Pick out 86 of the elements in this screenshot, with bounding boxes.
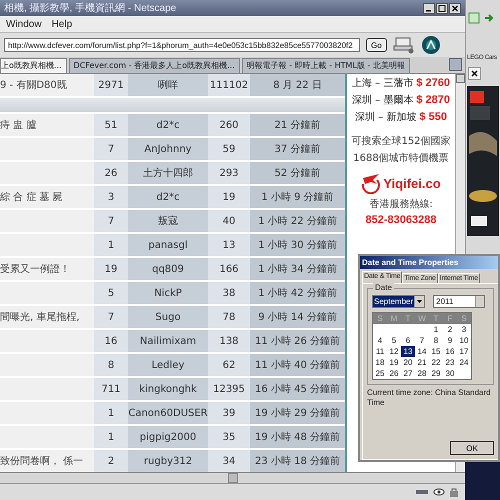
- author-name: 叛寇: [128, 210, 208, 232]
- route-name: 深圳 – 墨爾本: [352, 94, 414, 107]
- view-count: 78: [208, 306, 250, 328]
- hotline-number: 852-83063288: [366, 214, 436, 226]
- view-count: 13: [208, 234, 250, 256]
- last-post-time: 37 分鐘前: [250, 138, 345, 160]
- last-post-time: 52 分鐘前: [250, 162, 345, 184]
- view-count: 40: [208, 210, 250, 232]
- route-price: $ 2870: [416, 94, 450, 106]
- reply-count: 711: [94, 378, 128, 400]
- weekday-label: M: [387, 313, 401, 324]
- author-name: Sugo: [128, 306, 208, 328]
- author-name: Canon60DUSER: [128, 402, 208, 424]
- reply-count: 51: [94, 114, 128, 136]
- reply-count: 2: [94, 450, 128, 472]
- view-count: 138: [208, 330, 250, 352]
- reply-count: 5: [94, 282, 128, 304]
- weekday-label: T: [429, 313, 443, 324]
- view-count: 12395: [208, 378, 250, 400]
- view-count: 111102: [208, 74, 250, 96]
- last-post-time: 1 小時 42 分鐘前: [250, 282, 345, 304]
- last-post-time: 19 小時 48 分鐘前: [250, 426, 345, 448]
- author-name: 咧咩: [128, 74, 208, 96]
- group-label: Date: [373, 283, 394, 292]
- last-post-time: 11 小時 26 分鐘前: [250, 330, 345, 352]
- author-name: panasgl: [128, 234, 208, 256]
- author-name: 土方十四郎: [128, 162, 208, 184]
- route-price: $ 550: [419, 111, 447, 123]
- author-name: AnJohnny: [128, 138, 208, 160]
- author-name: NickP: [128, 282, 208, 304]
- view-count: 62: [208, 354, 250, 376]
- weekday-label: T: [401, 313, 415, 324]
- last-post-time: 8 月 22 日: [250, 74, 345, 96]
- reply-count: 26: [94, 162, 128, 184]
- view-count: 35: [208, 426, 250, 448]
- author-name: Nailimixam: [128, 330, 208, 352]
- view-count: 293: [208, 162, 250, 184]
- last-post-time: 9 小時 14 分鐘前: [250, 306, 345, 328]
- last-post-time: 1 小時 22 分鐘前: [250, 210, 345, 232]
- weekday-label: S: [373, 313, 387, 324]
- reply-count: 1: [94, 426, 128, 448]
- author-name: kingkonghk: [128, 378, 208, 400]
- reply-count: 3: [94, 186, 128, 208]
- hotline-label: 香港服務熱線:: [369, 198, 433, 211]
- author-name: Ledley: [128, 354, 208, 376]
- reply-count: 16: [94, 330, 128, 352]
- view-count: 38: [208, 282, 250, 304]
- author-name: d2*c: [128, 114, 208, 136]
- reply-count: 2971: [94, 74, 128, 96]
- reply-count: 7: [94, 210, 128, 232]
- view-count: 260: [208, 114, 250, 136]
- last-post-time: 23 小時 18 分鐘前: [250, 450, 345, 472]
- weekday-label: W: [415, 313, 429, 324]
- reply-count: 1: [94, 402, 128, 424]
- last-post-time: 1 小時 34 分鐘前: [250, 258, 345, 280]
- logo-text: Yiqifei.co: [383, 176, 441, 190]
- ad-text: 1688個城市特價機票: [353, 152, 449, 165]
- author-name: d2*c: [128, 186, 208, 208]
- view-count: 59: [208, 138, 250, 160]
- view-count: 39: [208, 402, 250, 424]
- reply-count: 7: [94, 138, 128, 160]
- window-title: 相機, 攝影教學, 手機資訊網 - Netscape: [4, 2, 176, 15]
- weekday-label: F: [443, 313, 457, 324]
- reply-count: 7: [94, 306, 128, 328]
- ad-text: 可搜索全球152個國家: [351, 134, 451, 148]
- last-post-time: 11 小時 40 分鐘前: [250, 354, 345, 376]
- author-name: qq809: [128, 258, 208, 280]
- view-count: 19: [208, 186, 250, 208]
- dialog-title: Date and Time Properties: [360, 256, 498, 269]
- author-name: pigpig2000: [128, 426, 208, 448]
- reply-count: 1: [94, 234, 128, 256]
- view-count: 166: [208, 258, 250, 280]
- route-price: $ 2760: [416, 77, 450, 89]
- view-count: 34: [208, 450, 250, 472]
- weekday-label: S: [457, 313, 471, 324]
- last-post-time: 21 分鐘前: [250, 114, 345, 136]
- last-post-time: 1 小時 30 分鐘前: [250, 234, 345, 256]
- route-name: 上海 – 三藩市: [352, 76, 414, 90]
- reply-count: 19: [94, 258, 128, 280]
- route-name: 深圳 – 新加坡: [355, 110, 416, 124]
- author-name: rugby312: [128, 450, 208, 472]
- time-zone-text: Current time zone: China Standard Time: [367, 388, 492, 408]
- last-post-time: 16 小時 45 分鐘前: [250, 378, 345, 400]
- reply-count: 8: [94, 354, 128, 376]
- last-post-time: 19 小時 29 分鐘前: [250, 402, 345, 424]
- last-post-time: 1 小時 9 分鐘前: [250, 186, 345, 208]
